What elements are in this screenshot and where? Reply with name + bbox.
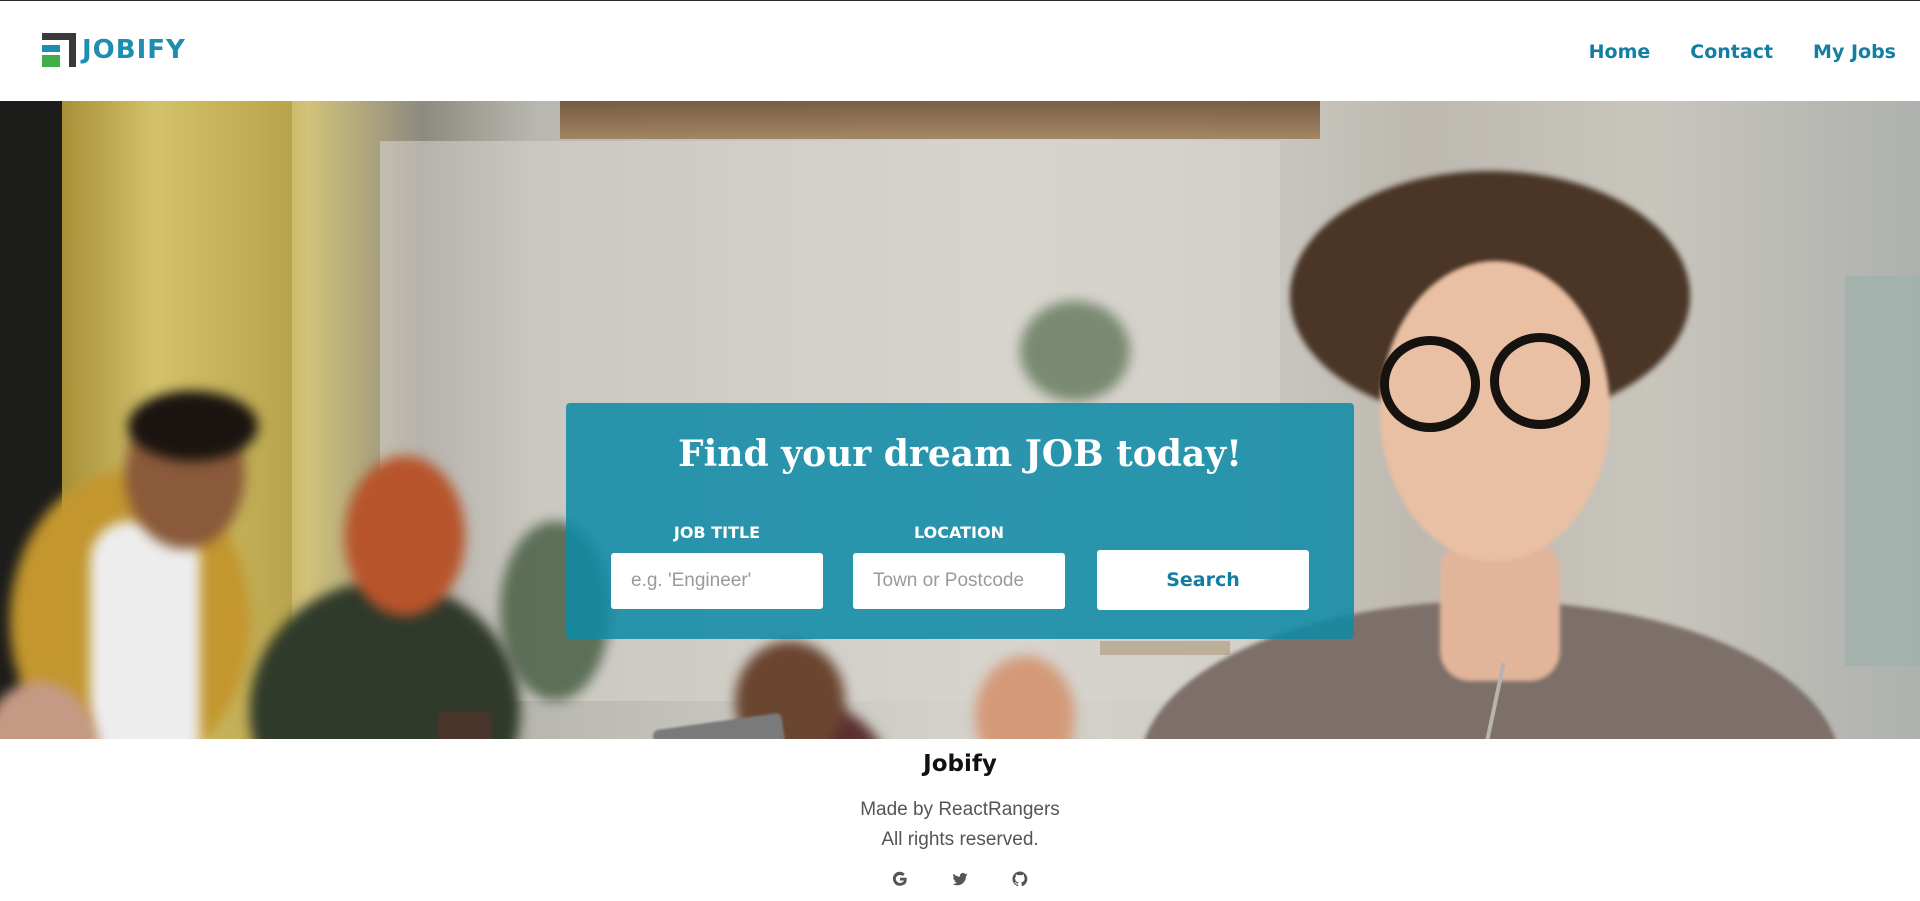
logo-text: JOBIFY [82, 35, 186, 65]
job-search-card: Find your dream JOB today! JOB TITLE LOC… [566, 403, 1354, 639]
logo[interactable]: JOBIFY [42, 33, 186, 67]
job-title-label: JOB TITLE [673, 523, 761, 542]
job-title-input[interactable] [611, 553, 823, 609]
twitter-icon[interactable] [950, 869, 970, 889]
github-icon[interactable] [1010, 869, 1030, 889]
site-header: JOBIFY Home Contact My Jobs [0, 1, 1920, 101]
nav-home-link[interactable]: Home [1589, 41, 1651, 63]
location-input[interactable] [853, 553, 1065, 609]
jobify-logo-icon [42, 33, 76, 67]
site-footer: Jobify Made by ReactRangers All rights r… [0, 739, 1920, 901]
hero-title: Find your dream JOB today! [678, 433, 1242, 475]
location-label: LOCATION [914, 523, 1004, 542]
nav-my-jobs-link[interactable]: My Jobs [1813, 41, 1896, 63]
footer-brand: Jobify [923, 751, 997, 777]
search-button[interactable]: Search [1097, 550, 1309, 610]
footer-rights: All rights reserved. [881, 829, 1039, 850]
main-nav: Home Contact My Jobs [1589, 41, 1896, 63]
nav-contact-link[interactable]: Contact [1690, 41, 1773, 63]
hero-section: Find your dream JOB today! JOB TITLE LOC… [0, 101, 1920, 739]
footer-made-by: Made by ReactRangers [860, 799, 1060, 820]
social-links [0, 869, 1920, 889]
google-icon[interactable] [890, 869, 910, 889]
